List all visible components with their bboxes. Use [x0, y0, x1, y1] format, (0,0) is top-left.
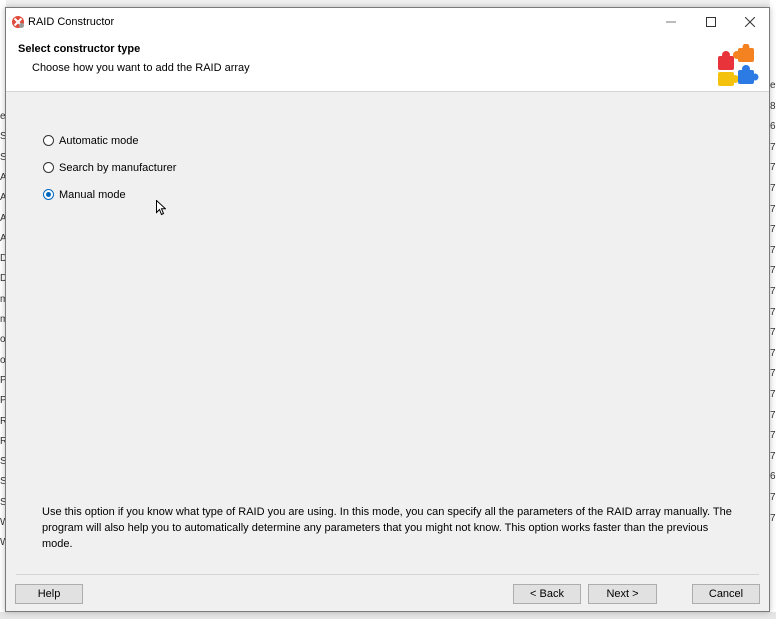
background-row-glyph: 7: [770, 512, 776, 524]
background-row-glyph: 8: [770, 100, 776, 112]
background-row-glyph: 7: [770, 389, 776, 400]
background-row-glyph: 7: [770, 141, 776, 153]
background-row-glyph: 7: [770, 306, 776, 318]
search-by-manufacturer-option[interactable]: Search by manufacturer [43, 154, 176, 181]
background-app-bottom-edge [0, 612, 776, 619]
header-subtitle: Choose how you want to add the RAID arra… [32, 62, 250, 74]
background-row-glyph: 7: [770, 244, 776, 256]
automatic-mode-option[interactable]: Automatic mode [43, 127, 176, 154]
help-button[interactable]: Help [15, 584, 83, 604]
search-by-manufacturer-radio[interactable] [43, 162, 54, 173]
automatic-mode-radio[interactable] [43, 135, 54, 146]
header-title: Select constructor type [18, 43, 141, 55]
background-row-glyph: 7: [770, 430, 776, 442]
background-row-glyph: 7: [770, 224, 776, 236]
footer-divider [16, 574, 759, 575]
background-row-glyph: 7: [770, 327, 776, 339]
background-row-glyph: 7: [770, 286, 776, 297]
title-bar[interactable]: RAID Constructor [6, 8, 769, 36]
maximize-button[interactable] [691, 8, 731, 36]
next-button[interactable]: Next > [588, 584, 657, 604]
minimize-button[interactable] [651, 8, 691, 36]
window-title: RAID Constructor [28, 16, 115, 28]
background-row-glyph: er [770, 80, 776, 91]
option-label: Manual mode [59, 188, 126, 201]
minimize-icon [666, 21, 676, 23]
mode-description: Use this option if you know what type of… [42, 506, 732, 550]
background-app-right-edge: er 8: 6: 7: 7: 7: 7: 7: 7: 7: 7: 7: 7: 7: 7: 7: 7: 7: 7: 6:… [770, 0, 776, 619]
background-row-glyph: 7: [770, 265, 776, 277]
maximize-icon [706, 17, 716, 27]
option-label: Search by manufacturer [59, 161, 177, 174]
wizard-header: Select constructor type Choose how you w… [6, 36, 769, 92]
constructor-type-options: Automatic mode Search by manufacturer Ma… [43, 127, 176, 208]
background-row-glyph: 6: [770, 471, 776, 483]
background-row-glyph: 7: [770, 450, 776, 462]
background-row-glyph: 7: [770, 203, 776, 215]
background-row-glyph: 6: [770, 121, 776, 133]
puzzle-pieces-icon [718, 44, 759, 86]
background-row-glyph: 7: [770, 368, 776, 380]
background-row-glyph: 7: [770, 162, 776, 174]
mouse-pointer-icon [156, 200, 166, 216]
background-row-glyph: 7: [770, 492, 776, 503]
close-button[interactable] [730, 8, 770, 36]
background-row-glyph: 7: [770, 409, 776, 421]
option-label: Automatic mode [59, 134, 139, 147]
background-row-glyph: 7: [770, 183, 776, 194]
raid-constructor-app-icon [12, 16, 24, 28]
manual-mode-radio[interactable] [43, 189, 54, 200]
back-button[interactable]: < Back [513, 584, 581, 604]
raid-constructor-dialog: RAID Constructor Select constructor type… [5, 7, 770, 612]
background-row-glyph: 7: [770, 347, 776, 359]
close-icon [745, 17, 755, 27]
cancel-button[interactable]: Cancel [692, 584, 760, 604]
